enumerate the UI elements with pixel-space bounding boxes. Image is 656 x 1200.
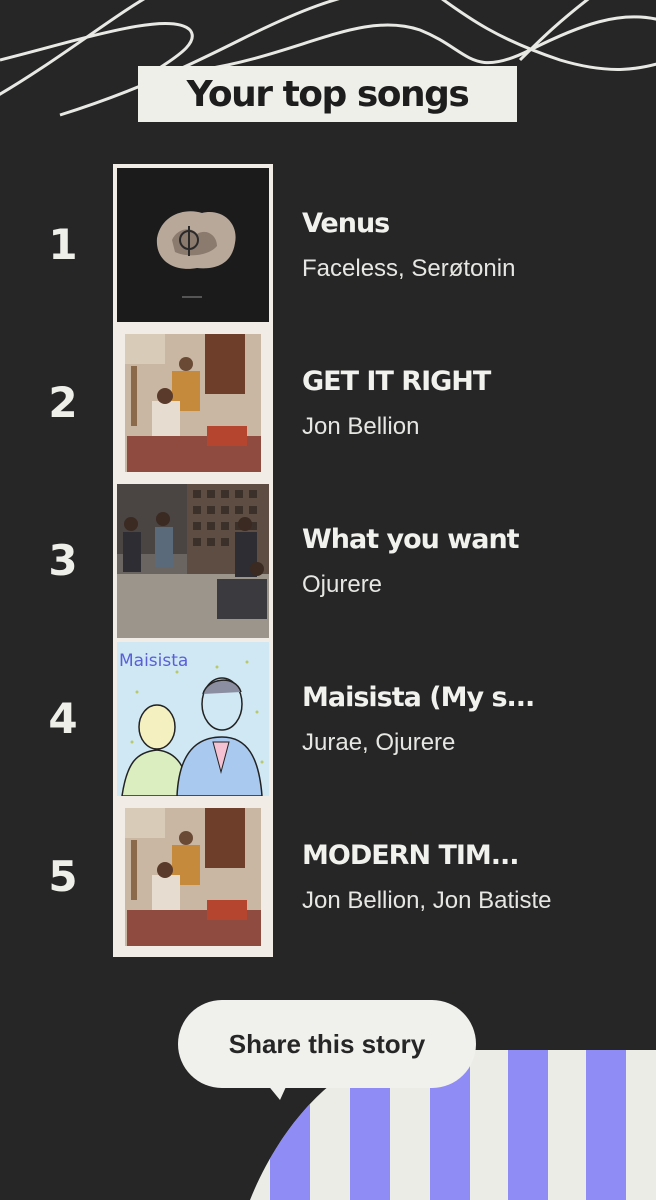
rank-number-3: 3 — [48, 536, 78, 585]
album-cover-modern-times[interactable] — [117, 800, 269, 954]
album-cover-maisista[interactable]: Maisista — [117, 642, 269, 796]
rank-number-4: 4 — [48, 694, 78, 743]
rank-number-2: 2 — [48, 378, 78, 427]
title-banner: Your top songs — [138, 66, 517, 122]
share-story-button[interactable]: Share this story — [178, 1000, 476, 1088]
rank-number-5: 5 — [48, 852, 78, 901]
maisista-cover-text: Maisista — [119, 651, 188, 671]
song-artist-5: Jon Bellion, Jon Batiste — [302, 887, 552, 914]
share-story-label: Share this story — [228, 1028, 426, 1059]
song-artist-4: Jurae, Ojurere — [302, 729, 456, 756]
album-cover-strip: Maisista — [113, 164, 273, 957]
song-title-2[interactable]: GET IT RIGHT — [302, 366, 622, 397]
song-artist-1: Faceless, Serøtonin — [302, 255, 516, 282]
album-cover-venus[interactable] — [117, 168, 269, 322]
page-title: Your top songs — [186, 73, 470, 115]
album-cover-get-it-right[interactable] — [117, 326, 269, 480]
share-bubble-tail — [262, 1078, 290, 1100]
song-title-1[interactable]: Venus — [302, 208, 622, 239]
song-title-3[interactable]: What you want — [302, 524, 622, 555]
top-songs-story: Your top songs Maisista 1 2 3 4 5 Venus … — [0, 0, 656, 1200]
song-artist-3: Ojurere — [302, 571, 383, 598]
album-cover-what-you-want[interactable] — [117, 484, 269, 638]
song-artist-2: Jon Bellion — [302, 413, 420, 440]
song-title-4[interactable]: Maisista (My s... — [302, 682, 622, 713]
rank-number-1: 1 — [48, 220, 78, 269]
song-title-5[interactable]: MODERN TIM... — [302, 840, 622, 871]
